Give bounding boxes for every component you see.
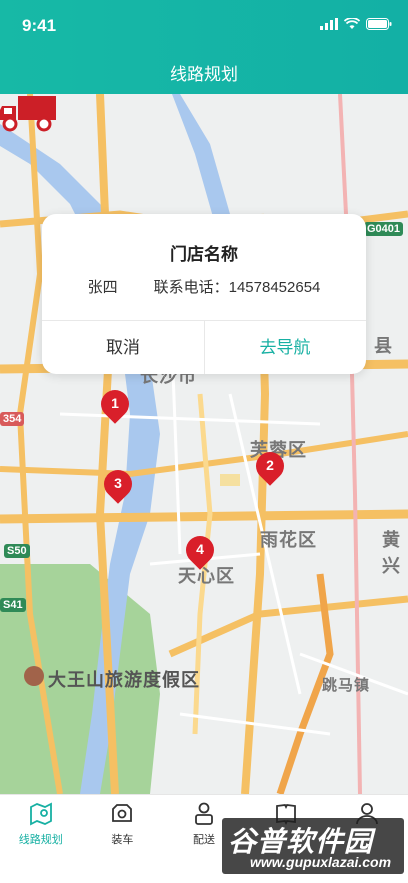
truck-load-icon <box>112 804 133 822</box>
truck-icon <box>0 96 56 132</box>
stop-marker[interactable]: 2 <box>250 446 290 486</box>
battery-icon <box>366 18 392 30</box>
cancel-button[interactable]: 取消 <box>42 321 204 374</box>
navigate-button[interactable]: 去导航 <box>204 321 366 374</box>
road-shield-s41: S41 <box>0 598 26 612</box>
map-label-tiaomazhen: 跳马镇 <box>322 677 371 694</box>
tab-loading[interactable]: 装车 <box>82 795 164 883</box>
road-shield-g0401: G0401 <box>364 222 404 236</box>
map-label-dawangshan: 大王山旅游度假区 <box>48 670 200 690</box>
contact-name: 张四 <box>87 279 118 296</box>
status-time: 9:41 <box>22 16 57 35</box>
watermark-url: www.gupuxlazai.com <box>250 854 392 870</box>
tab-label: 配送 <box>192 834 215 846</box>
courier-icon <box>195 802 213 825</box>
signal-icon <box>320 18 338 30</box>
contact-phone: 联系电话：14578452654 <box>153 279 321 296</box>
scenic-poi-icon <box>24 666 44 686</box>
map-pin-icon <box>29 802 52 826</box>
map-label-xian: 县 <box>374 336 393 356</box>
route-map[interactable]: 芙蓉区 雨花区 天心区 黄兴 大王山旅游度假区 跳马镇 县 长沙市 G0401 … <box>0 94 408 794</box>
road-shield-s50: S50 <box>4 544 30 558</box>
watermark: 谷普软件园 www.gupuxlazai.com <box>222 818 404 874</box>
stop-marker[interactable]: 4 <box>180 530 220 570</box>
store-popup: 门店名称 张四 联系电话：14578452654 取消 去导航 <box>42 214 366 374</box>
app-header: 9:41 线路规划 <box>0 0 408 94</box>
store-name: 门店名称 <box>170 245 238 264</box>
road-shield-354: 354 <box>0 412 25 426</box>
map-label-huang: 黄兴 <box>382 530 401 576</box>
tab-label: 线路规划 <box>18 834 63 846</box>
stop-marker[interactable]: 1 <box>95 384 135 424</box>
tab-label: 装车 <box>111 834 134 846</box>
tab-route-planning[interactable]: 线路规划 <box>0 795 82 883</box>
status-icons <box>320 18 392 30</box>
status-bar: 9:41 <box>0 0 408 44</box>
stop-marker[interactable]: 3 <box>98 464 138 504</box>
map-label-yuhua: 雨花区 <box>260 530 317 550</box>
page-title: 线路规划 <box>170 65 238 84</box>
wifi-icon <box>344 18 360 29</box>
contact-row: 张四 联系电话：14578452654 <box>42 276 366 297</box>
